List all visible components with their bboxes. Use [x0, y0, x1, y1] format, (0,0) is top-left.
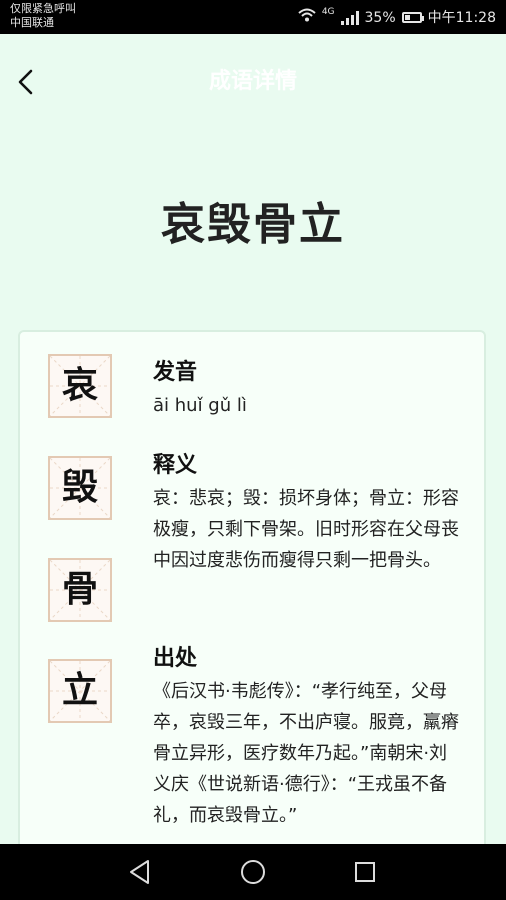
status-indicators: 4G 35% 中午11:28	[298, 8, 496, 27]
signal-icon	[340, 10, 359, 25]
wifi-icon	[298, 8, 316, 27]
square-recents-icon	[355, 862, 375, 882]
nav-back-button[interactable]	[124, 856, 156, 888]
carrier-info: 仅限紧急呼叫 中国联通	[10, 2, 76, 30]
char-glyph: 哀	[61, 365, 98, 406]
status-bar: 仅限紧急呼叫 中国联通 4G 35% 中午11:28	[0, 0, 506, 34]
section-meaning: 释义 哀：悲哀；毁：损坏身体；骨立：形容极瘦，只剩下骨架。旧时形容在父母丧中因过…	[153, 452, 463, 576]
idiom-title: 哀毁骨立	[161, 199, 345, 250]
page-title: 成语详情	[208, 69, 297, 94]
clock: 中午11:28	[427, 9, 496, 26]
char-box: 哀	[48, 354, 112, 418]
section-heading: 发音	[153, 360, 198, 385]
char-box: 立	[48, 659, 112, 723]
char-glyph: 毁	[61, 467, 98, 508]
char-glyph: 立	[61, 670, 98, 711]
navigation-bar	[0, 844, 506, 900]
title-bar: 成语详情	[0, 34, 506, 130]
battery-percent: 35%	[364, 9, 396, 26]
char-glyph: 骨	[61, 569, 98, 610]
battery-icon	[401, 12, 424, 23]
circle-home-icon	[241, 860, 265, 884]
carrier-line-1: 仅限紧急呼叫	[10, 2, 76, 15]
section-source: 出处 《后汉书·韦彪传》：“孝行纯至，父母卒，哀毁三年，不出庐寝。服竟，羸瘠骨立…	[153, 645, 463, 831]
network-type: 4G	[321, 7, 335, 17]
carrier-line-2: 中国联通	[10, 16, 54, 29]
triangle-back-icon	[130, 860, 149, 884]
section-heading: 释义	[153, 453, 198, 478]
meaning-text: 哀：悲哀；毁：损坏身体；骨立：形容极瘦，只剩下骨架。旧时形容在父母丧中因过度悲伤…	[153, 488, 459, 571]
nav-home-button[interactable]	[237, 856, 269, 888]
section-heading: 出处	[153, 646, 198, 671]
char-box: 毁	[48, 456, 112, 520]
battery-fill	[404, 15, 410, 20]
pinyin-text: āi huǐ gǔ lì	[153, 395, 247, 416]
idiom-detail-card: 哀 毁 骨 立 发音 āi huǐ gǔ lì 释义 哀：悲哀；毁：损坏身体；骨…	[18, 330, 486, 870]
nav-recents-button[interactable]	[349, 856, 381, 888]
source-text: 《后汉书·韦彪传》：“孝行纯至，父母卒，哀毁三年，不出庐寝。服竟，羸瘠骨立异形，…	[153, 681, 459, 826]
char-box: 骨	[48, 558, 112, 622]
section-pronunciation: 发音 āi huǐ gǔ lì	[153, 359, 463, 421]
